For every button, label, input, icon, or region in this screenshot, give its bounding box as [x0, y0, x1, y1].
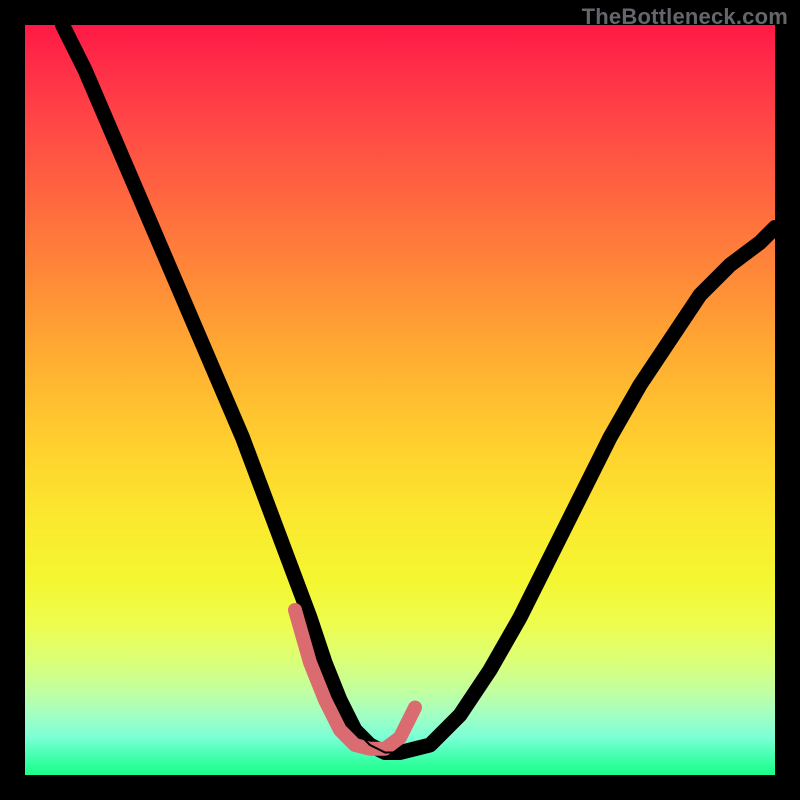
chart-frame: TheBottleneck.com [0, 0, 800, 800]
chart-svg [25, 25, 775, 775]
plot-area [25, 25, 775, 775]
bottleneck-curve [63, 25, 776, 753]
bottleneck-curve-overlay [63, 25, 776, 753]
